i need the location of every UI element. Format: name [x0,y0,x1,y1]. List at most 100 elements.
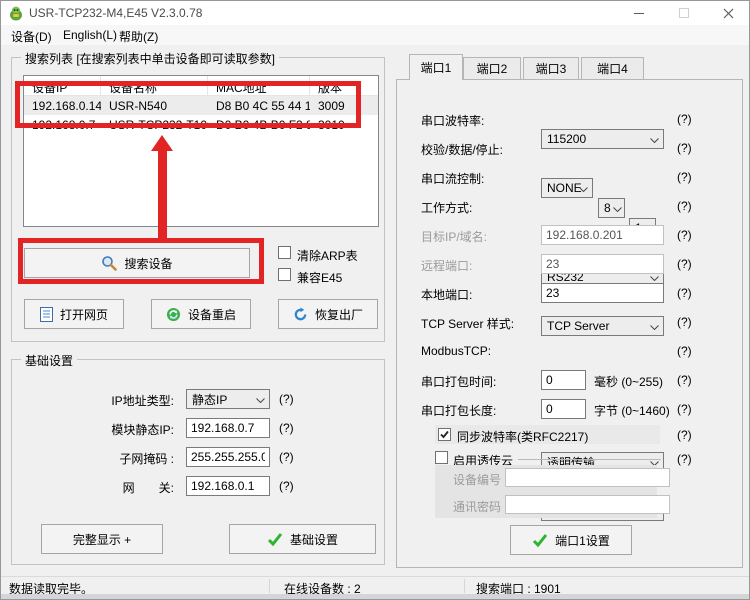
maximize-icon [679,8,689,18]
open-webpage-button[interactable]: 打开网页 [24,299,124,329]
help-mark: (?) [677,344,692,358]
parity-data-stop-label: 校验/数据/停止: [421,141,503,158]
parity-select[interactable]: NONE [541,178,593,198]
subnet-mask-field[interactable] [186,447,270,467]
check-icon [267,532,283,546]
gateway-label: 网 关: [64,479,174,496]
parity-value: NONE [547,181,582,195]
help-mark: (?) [677,170,692,184]
tab-port3-label: 端口3 [536,60,567,77]
sync-baud-checkbox[interactable] [438,428,451,441]
device-restart-button[interactable]: 设备重启 [151,299,251,329]
annotation-highlight-row-box [15,81,361,128]
chevron-down-icon [613,207,622,212]
target-ip-label: 目标IP/域名: [421,228,487,245]
chevron-down-icon [256,398,265,403]
pack-time-unit: 毫秒 (0~255) [594,373,663,390]
base-settings-apply-button[interactable]: 基础设置 [229,524,376,554]
help-mark: (?) [279,479,294,493]
sync-baud-label[interactable]: 同步波特率(类RFC2217) [457,428,588,445]
work-mode-select[interactable]: TCP Server [541,316,664,336]
comm-password-label: 通讯密码 [441,498,501,515]
divider [518,459,661,460]
compat-e45-label[interactable]: 兼容E45 [297,269,342,286]
help-mark: (?) [279,421,294,435]
ip-type-select[interactable]: 静态IP [186,389,270,409]
chevron-down-icon [579,187,588,192]
pack-time-field[interactable] [541,370,586,390]
divider [269,579,270,593]
baud-value: 115200 [547,132,586,146]
factory-reset-button[interactable]: 恢复出厂 [278,299,378,329]
databits-value: 8 [604,201,611,215]
base-settings-apply-label: 基础设置 [290,531,338,548]
help-mark: (?) [677,452,692,466]
open-webpage-label: 打开网页 [60,306,108,323]
help-mark: (?) [677,286,692,300]
window-title: USR-TCP232-M4,E45 V2.3.0.78 [29,6,202,20]
annotation-arrow-shaft [158,150,167,239]
pack-length-unit: 字节 (0~1460) [594,402,670,419]
menu-help[interactable]: 帮助(Z) [117,28,160,45]
tab-port2-label: 端口2 [477,60,508,77]
statusbar: 数据读取完毕。 在线设备数 : 2 搜索端口 : 1901 [1,576,750,594]
gateway-field[interactable] [186,476,270,496]
tab-port3[interactable]: 端口3 [523,57,579,80]
databits-select[interactable]: 8 [598,198,625,218]
webpage-icon [40,307,53,322]
clear-arp-label[interactable]: 清除ARP表 [297,247,358,264]
help-mark: (?) [677,199,692,213]
baud-select[interactable]: 115200 [541,129,664,149]
ip-type-label: IP地址类型: [64,392,174,409]
modbus-label: ModbusTCP: [421,344,491,358]
comm-password-field[interactable] [505,495,670,514]
static-ip-field[interactable] [186,418,270,438]
base-settings-title: 基础设置 [21,352,77,369]
divider [464,579,465,593]
help-mark: (?) [677,257,692,271]
compat-e45-checkbox[interactable] [278,268,291,281]
menu-english[interactable]: English(L) [61,28,119,42]
clear-arp-checkbox[interactable] [278,246,291,259]
close-icon [723,8,734,19]
port1-apply-button[interactable]: 端口1设置 [510,525,632,555]
annotation-arrow-head [151,135,173,151]
app-icon [8,5,24,21]
subnet-mask-label: 子网掩码 : [64,450,174,467]
help-mark: (?) [677,228,692,242]
menu-device[interactable]: 设备(D) [9,28,54,45]
tab-port2[interactable]: 端口2 [463,57,521,80]
close-button[interactable] [706,1,750,25]
annotation-highlight-button-box [18,238,264,284]
device-restart-label: 设备重启 [188,306,236,323]
full-display-button[interactable]: 完整显示 + [41,524,163,554]
local-port-label: 本地端口: [421,286,472,303]
minimize-icon [634,8,644,18]
ip-type-value: 静态IP [192,391,227,408]
search-group-title: 搜索列表 [在搜索列表中单击设备即可读取参数] [21,50,279,67]
tab-port1[interactable]: 端口1 [409,54,463,80]
device-id-field[interactable] [505,468,670,487]
local-port-field[interactable] [541,283,664,303]
target-ip-field[interactable] [541,225,664,245]
help-mark: (?) [677,373,692,387]
cloud-checkbox[interactable] [435,451,448,464]
help-mark: (?) [677,315,692,329]
minimize-button[interactable] [616,1,661,25]
check-icon [532,533,548,547]
flow-control-label: 串口流控制: [421,170,484,187]
static-ip-label: 模块静态IP: [64,421,174,438]
help-mark: (?) [279,450,294,464]
help-mark: (?) [677,428,692,442]
restart-icon [166,307,181,322]
pack-length-field[interactable] [541,399,586,419]
maximize-button[interactable] [661,1,706,25]
tab-port1-label: 端口1 [421,59,452,76]
factory-reset-label: 恢复出厂 [315,306,363,323]
remote-port-field[interactable] [541,254,664,274]
factory-reset-icon [293,307,308,322]
port1-apply-label: 端口1设置 [555,532,610,549]
tab-port4[interactable]: 端口4 [581,57,644,80]
pack-time-label: 串口打包时间: [421,373,496,390]
taskbar-strip [1,594,750,600]
